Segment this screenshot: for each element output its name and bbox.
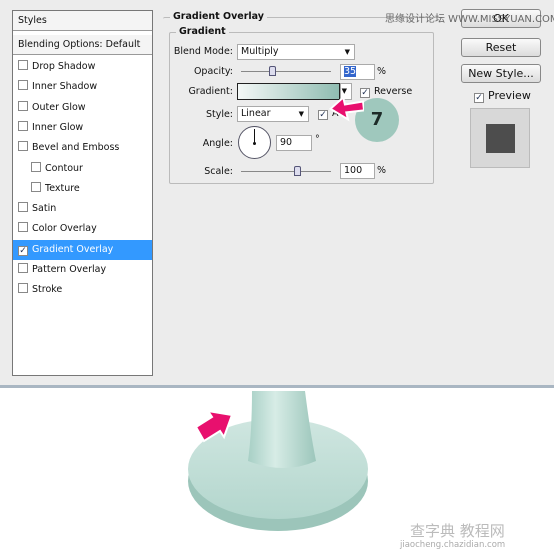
- style-item[interactable]: Drop Shadow: [13, 57, 152, 77]
- angle-unit: °: [315, 134, 320, 145]
- styles-header[interactable]: Styles: [13, 11, 152, 31]
- bottom-watermark: 查字典 教程网: [410, 522, 505, 540]
- gradient-label: Gradient:: [188, 86, 233, 97]
- style-select[interactable]: Linear: [237, 106, 309, 122]
- style-item-label: Bevel and Emboss: [32, 142, 120, 154]
- style-checkbox[interactable]: [18, 141, 28, 152]
- group-title: Gradient: [176, 26, 229, 37]
- style-item[interactable]: Inner Glow: [13, 118, 152, 138]
- style-checkbox[interactable]: [18, 202, 28, 213]
- style-label: Style:: [205, 109, 233, 120]
- style-item[interactable]: Inner Shadow: [13, 77, 152, 97]
- scale-unit: %: [377, 165, 387, 176]
- style-item[interactable]: Satin: [13, 199, 152, 219]
- top-watermark: 思缘设计论坛 WWW.MISSYUAN.COM: [385, 14, 554, 25]
- section-title: Gradient Overlay: [170, 11, 267, 22]
- style-item-label: Contour: [45, 162, 83, 174]
- style-item-label: Stroke: [32, 284, 63, 296]
- preview-checkbox[interactable]: ✓ Preview: [474, 89, 531, 103]
- style-checkbox[interactable]: ✓: [18, 245, 28, 256]
- opacity-slider-thumb[interactable]: [269, 66, 276, 76]
- layer-style-dialog: Styles Blending Options: Default Drop Sh…: [0, 0, 554, 388]
- reset-button[interactable]: Reset: [461, 38, 541, 57]
- new-style-button[interactable]: New Style...: [461, 64, 541, 83]
- scale-slider[interactable]: [241, 166, 331, 176]
- style-checkbox[interactable]: [31, 161, 41, 172]
- style-item-label: Inner Shadow: [32, 81, 98, 93]
- styles-list: Styles Blending Options: Default Drop Sh…: [12, 10, 153, 376]
- preview-thumbnail: [470, 108, 530, 168]
- gradient-picker[interactable]: [237, 83, 340, 100]
- style-checkbox[interactable]: [18, 283, 28, 294]
- style-item[interactable]: Texture: [13, 179, 152, 199]
- angle-label: Angle:: [202, 138, 233, 149]
- style-item[interactable]: ✓ Gradient Overlay: [13, 239, 152, 260]
- preview-label: Preview: [488, 89, 531, 102]
- style-item-label: Gradient Overlay: [32, 243, 114, 255]
- style-item[interactable]: Pattern Overlay: [13, 260, 152, 280]
- style-checkbox[interactable]: [18, 60, 28, 70]
- style-item[interactable]: Color Overlay: [13, 219, 152, 239]
- style-item[interactable]: Bevel and Emboss: [13, 138, 152, 158]
- style-item[interactable]: Outer Glow: [13, 98, 152, 118]
- reverse-label: Reverse: [374, 86, 413, 97]
- style-item-label: Inner Glow: [32, 121, 84, 133]
- bottom-watermark-url: jiaocheng.chazidian.com: [400, 540, 506, 550]
- style-checkbox[interactable]: [18, 120, 28, 131]
- style-item-label: Color Overlay: [32, 223, 97, 235]
- style-checkbox[interactable]: [31, 181, 41, 192]
- style-item-label: Satin: [32, 203, 57, 215]
- reverse-checkbox[interactable]: ✓ Reverse: [360, 86, 412, 98]
- checkbox[interactable]: ✓: [474, 93, 484, 103]
- opacity-input[interactable]: 35: [340, 64, 375, 80]
- scale-label: Scale:: [204, 166, 233, 177]
- scale-input[interactable]: 100: [340, 163, 375, 179]
- angle-input[interactable]: 90: [276, 135, 312, 151]
- blend-mode-label: Blend Mode:: [173, 46, 233, 57]
- pointer-arrow-icon: [328, 96, 364, 122]
- opacity-value: 35: [344, 66, 357, 77]
- style-item-label: Drop Shadow: [32, 61, 96, 72]
- style-item-label: Texture: [45, 182, 80, 194]
- style-item[interactable]: Stroke: [13, 280, 152, 300]
- style-checkbox[interactable]: [18, 222, 28, 233]
- blending-options[interactable]: Blending Options: Default: [13, 35, 152, 55]
- scale-slider-thumb[interactable]: [294, 166, 301, 176]
- opacity-slider[interactable]: [241, 66, 331, 76]
- style-checkbox[interactable]: [18, 263, 28, 273]
- blend-mode-select[interactable]: Multiply: [237, 44, 355, 60]
- angle-dial[interactable]: [238, 126, 271, 159]
- opacity-label: Opacity:: [193, 66, 233, 77]
- style-item[interactable]: Contour: [13, 159, 152, 179]
- opacity-unit: %: [377, 66, 387, 77]
- checkbox[interactable]: ✓: [318, 110, 328, 120]
- style-checkbox[interactable]: [18, 100, 28, 111]
- style-item-label: Outer Glow: [32, 101, 86, 113]
- style-checkbox[interactable]: [18, 80, 28, 91]
- style-item-label: Pattern Overlay: [32, 264, 107, 275]
